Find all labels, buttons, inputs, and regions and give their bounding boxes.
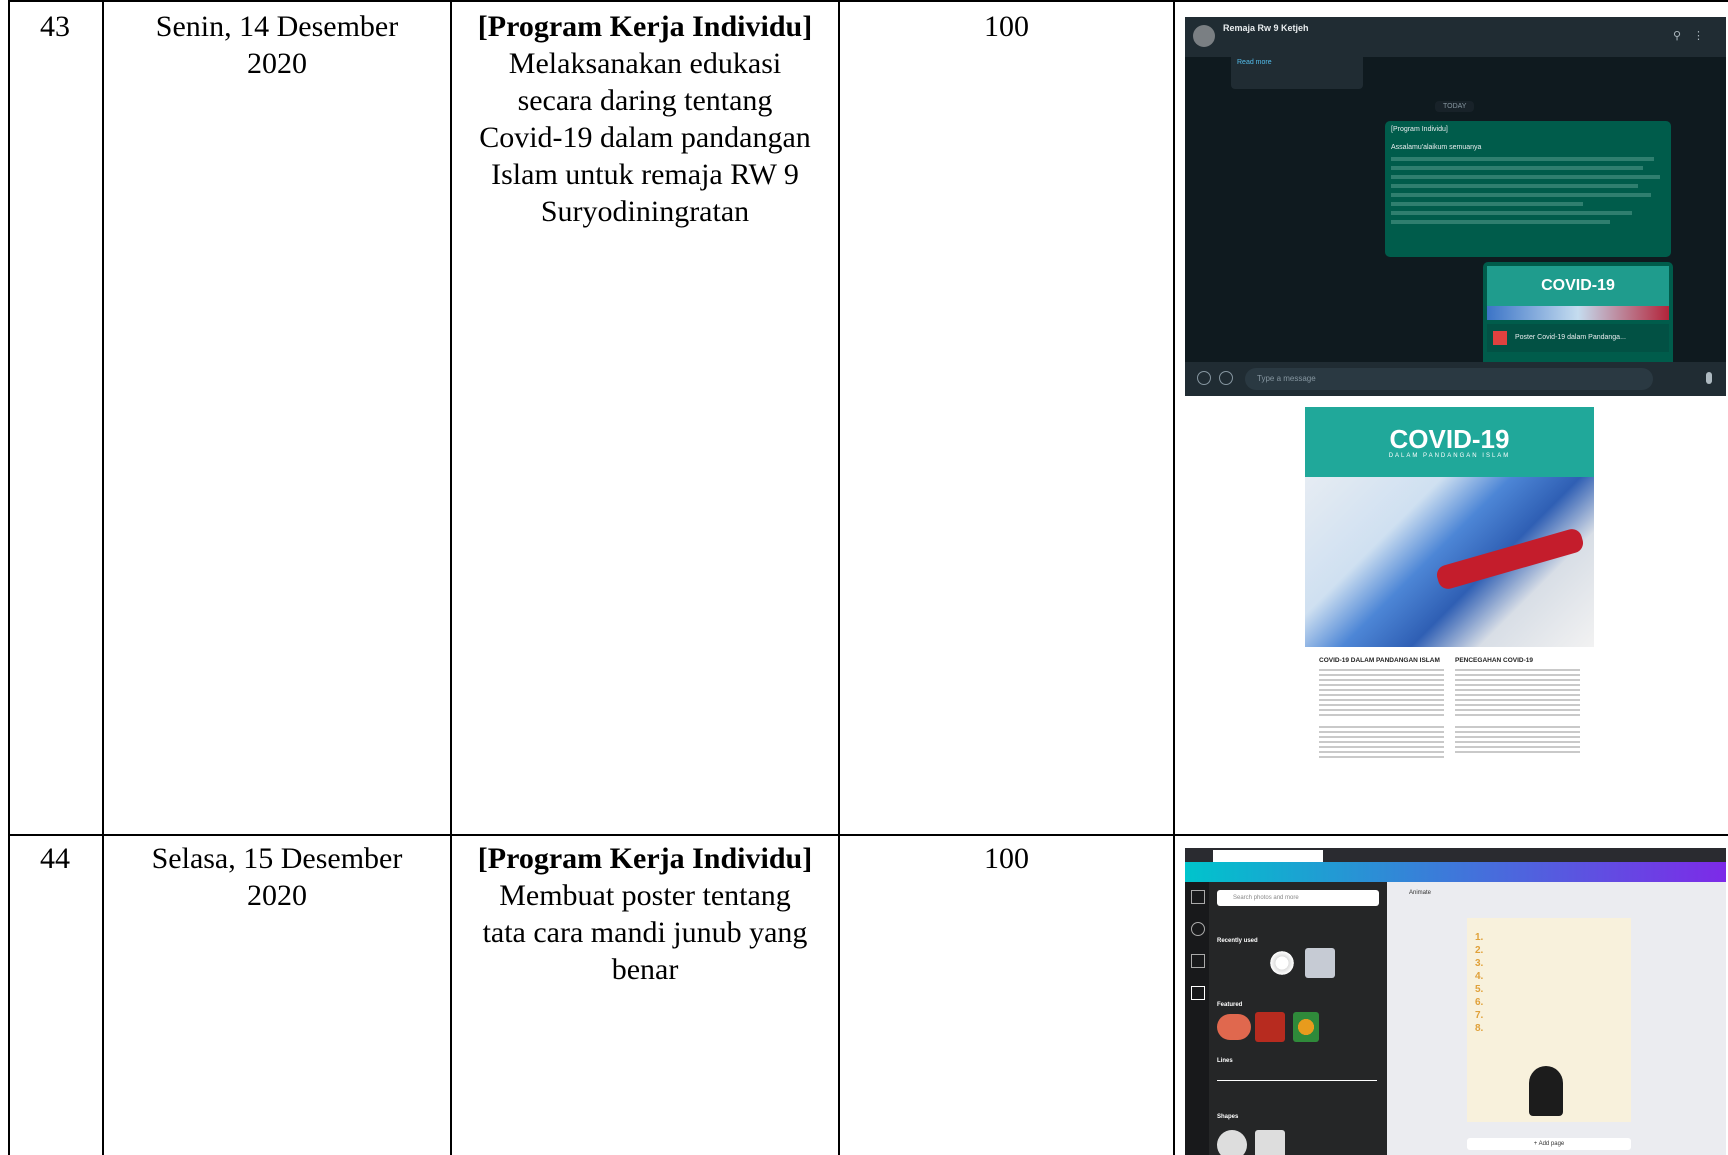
- column-divider-3: [838, 0, 840, 1155]
- date-chip: TODAY: [1435, 101, 1475, 112]
- step-7: 7.: [1475, 1010, 1484, 1021]
- row-43-number: 43: [40, 10, 70, 43]
- outgoing-message: [Program Individu] Assalamu'alaikum semu…: [1385, 121, 1671, 257]
- read-more-link: Read more: [1237, 59, 1272, 66]
- table-border-left: [8, 0, 10, 1155]
- row-44-desc-line-1: Membuat poster tentang: [499, 879, 791, 912]
- doc-preview-image: [1487, 306, 1669, 320]
- search-icon: ⚲: [1672, 30, 1693, 42]
- templates-icon[interactable]: [1191, 890, 1205, 904]
- doc-filename: Poster Covid-19 dalam Pandanga...: [1487, 324, 1669, 352]
- step-3: 3.: [1475, 958, 1484, 969]
- step-6: 6.: [1475, 997, 1484, 1008]
- covid-poster: COVID-19 DALAM PANDANGAN ISLAM COVID-19 …: [1305, 407, 1594, 817]
- featured-label: Featured: [1217, 1002, 1243, 1008]
- message-heading: [Program Individu]: [1391, 126, 1448, 133]
- row-44-description: [Program Kerja Individu] Membuat poster …: [452, 840, 838, 988]
- poster-title: COVID-19: [1389, 424, 1510, 454]
- column-divider-4: [1173, 0, 1175, 1155]
- attach-icon[interactable]: [1219, 371, 1233, 385]
- row-43-desc-line-4: Islam untuk remaja RW 9: [491, 158, 799, 191]
- row-43-date-line1: Senin, 14 Desember: [155, 10, 399, 43]
- whatsapp-screenshot: Remaja Rw 9 Ketjeh ⚲⋮ Read more TODAY [P…: [1185, 17, 1726, 396]
- group-name: Remaja Rw 9 Ketjeh: [1223, 23, 1309, 33]
- whatsapp-header: Remaja Rw 9 Ketjeh ⚲⋮: [1185, 17, 1726, 57]
- featured-thumbnail-3[interactable]: [1293, 1012, 1319, 1042]
- recently-used-label: Recently used: [1217, 938, 1258, 944]
- row-43-desc-line-2: secara daring tentang: [517, 84, 773, 117]
- row-43-date-line2: 2020: [247, 47, 307, 80]
- flower-thumbnail[interactable]: [1267, 948, 1297, 978]
- row-43-desc-line-5: Suryodiningratan: [540, 195, 750, 228]
- row-43-date: Senin, 14 Desember 2020: [104, 8, 450, 82]
- table-border-top: [8, 0, 1728, 2]
- row-43-desc-line-3: Covid-19 dalam pandangan: [479, 121, 811, 154]
- poster-column-left: COVID-19 DALAM PANDANGAN ISLAM: [1319, 657, 1444, 761]
- add-page-button[interactable]: + Add page: [1467, 1138, 1631, 1150]
- row-44-program-label: [Program Kerja Individu]: [477, 842, 813, 875]
- shapes-label: Shapes: [1217, 1114, 1239, 1120]
- character-illustration: [1529, 1066, 1563, 1116]
- message-greeting: Assalamu'alaikum semuanya: [1391, 143, 1482, 151]
- poster-photo: [1305, 477, 1594, 647]
- emoji-icon[interactable]: [1197, 371, 1211, 385]
- animate-button[interactable]: Animate: [1409, 890, 1431, 896]
- menu-icon: ⋮: [1693, 30, 1716, 42]
- row-44-date-line1: Selasa, 15 Desember: [151, 842, 403, 875]
- search-input[interactable]: Search photos and more: [1217, 890, 1379, 906]
- canva-side-rail: [1185, 882, 1209, 1155]
- photos-icon[interactable]: [1191, 954, 1205, 968]
- poster-header: COVID-19 DALAM PANDANGAN ISLAM: [1305, 407, 1594, 477]
- pdf-icon: [1493, 331, 1507, 345]
- square-shape[interactable]: [1255, 1130, 1285, 1155]
- row-44-desc-line-3: benar: [611, 953, 679, 986]
- previous-message: Read more: [1231, 57, 1363, 89]
- line-thumbnail[interactable]: [1217, 1080, 1377, 1081]
- row-43-desc-line-1: Melaksanakan edukasi: [508, 47, 782, 80]
- circle-shape[interactable]: [1217, 1130, 1247, 1155]
- elements-icon[interactable]: [1191, 986, 1205, 1000]
- composer: Type a message: [1185, 362, 1726, 396]
- poster-subtitle: DALAM PANDANGAN ISLAM: [1388, 453, 1511, 459]
- column-divider-1: [102, 0, 104, 1155]
- row-44-desc-line-2: tata cara mandi junub yang: [482, 916, 808, 949]
- group-avatar: [1193, 25, 1215, 47]
- featured-thumbnail-2[interactable]: [1255, 1012, 1285, 1042]
- poster-column-right: PENCEGAHAN COVID-19: [1455, 657, 1580, 756]
- elements-panel: Search photos and more Recently used Fea…: [1209, 882, 1387, 1155]
- row-43-description: [Program Kerja Individu] Melaksanakan ed…: [452, 8, 838, 230]
- document-message[interactable]: COVID-19 Poster Covid-19 dalam Pandanga.…: [1483, 262, 1673, 368]
- uploads-icon[interactable]: [1191, 922, 1205, 936]
- design-canvas[interactable]: 1. 2. 3. 4. 5. 6. 7. 8.: [1467, 918, 1631, 1122]
- message-body-blur: [1391, 157, 1665, 224]
- step-1: 1.: [1475, 932, 1484, 943]
- square-thumbnail[interactable]: [1305, 948, 1335, 978]
- featured-thumbnail-1[interactable]: [1217, 1014, 1251, 1040]
- row-divider: [8, 834, 1728, 836]
- browser-tab[interactable]: [1213, 850, 1323, 862]
- message-input[interactable]: Type a message: [1245, 368, 1653, 390]
- row-44-date-line2: 2020: [247, 879, 307, 912]
- step-8: 8.: [1475, 1023, 1484, 1034]
- poster-col1-heading: COVID-19 DALAM PANDANGAN ISLAM: [1319, 657, 1440, 664]
- browser-tab-bar: [1185, 848, 1726, 862]
- test-tube: [1434, 526, 1586, 592]
- step-2: 2.: [1475, 945, 1484, 956]
- row-44-score: 100: [984, 842, 1029, 875]
- canva-screenshot: Search photos and more Recently used Fea…: [1185, 848, 1726, 1155]
- microphone-icon[interactable]: [1706, 372, 1712, 384]
- row-43-score: 100: [984, 10, 1029, 43]
- header-icons: ⚲⋮: [1673, 29, 1716, 42]
- lines-label: Lines: [1217, 1058, 1233, 1064]
- row-44-number: 44: [40, 842, 70, 875]
- poster-col2-heading: PENCEGAHAN COVID-19: [1455, 657, 1534, 664]
- step-4: 4.: [1475, 971, 1484, 982]
- row-43-program-label: [Program Kerja Individu]: [477, 10, 813, 43]
- step-5: 5.: [1475, 984, 1484, 995]
- canva-toolbar: [1185, 862, 1726, 882]
- row-44-date: Selasa, 15 Desember 2020: [104, 840, 450, 914]
